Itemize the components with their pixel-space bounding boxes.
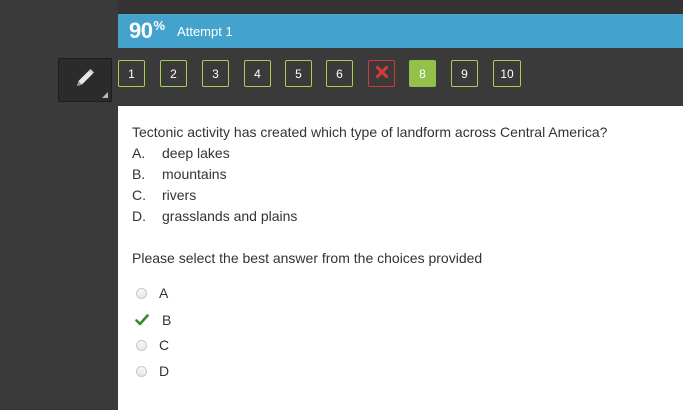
option-letter: D. — [132, 208, 146, 224]
answer-choice-c[interactable]: C — [136, 337, 169, 353]
question-nav-5[interactable]: 5 — [285, 60, 312, 87]
question-nav-10[interactable]: 10 — [493, 60, 521, 87]
question-nav-label: 5 — [295, 66, 302, 81]
question-nav-label: 4 — [254, 66, 261, 81]
question-nav-label: 6 — [336, 66, 343, 81]
question-nav-6[interactable]: 6 — [326, 60, 353, 87]
option-text: rivers — [162, 187, 197, 203]
score-percent-sign: % — [153, 17, 166, 33]
option-letter: C. — [132, 187, 146, 203]
question-nav-label: 8 — [419, 66, 426, 81]
question-nav-2[interactable]: 2 — [160, 60, 187, 87]
question-nav-label: 3 — [212, 66, 219, 81]
question-nav-8[interactable]: 8 — [409, 60, 436, 87]
pencil-icon — [73, 66, 97, 95]
question-nav-1[interactable]: 1 — [118, 60, 145, 87]
option-c: C. rivers — [132, 187, 196, 203]
x-icon — [375, 65, 389, 82]
answer-label: D — [159, 363, 170, 379]
option-d: D. grasslands and plains — [132, 208, 297, 224]
score-value: 90 — [129, 18, 153, 43]
question-nav-3[interactable]: 3 — [202, 60, 229, 87]
option-letter: B. — [132, 166, 146, 182]
answer-choice-d[interactable]: D — [136, 363, 169, 379]
question-text: Tectonic activity has created which type… — [132, 124, 608, 140]
pencil-tool-button[interactable] — [58, 58, 112, 102]
top-strip — [118, 0, 683, 14]
answer-label: B — [162, 312, 172, 328]
dropdown-corner-indicator — [102, 92, 108, 98]
option-text: grasslands and plains — [162, 208, 298, 224]
option-a: A. deep lakes — [132, 145, 230, 161]
radio-button[interactable] — [136, 339, 147, 351]
answer-choice-a[interactable]: A — [136, 285, 168, 301]
question-nav-9[interactable]: 9 — [451, 60, 478, 87]
question-nav-7[interactable] — [368, 60, 395, 87]
option-text: mountains — [162, 166, 227, 182]
question-panel: Tectonic activity has created which type… — [118, 106, 683, 410]
answer-label: C — [159, 337, 170, 353]
question-nav-4[interactable]: 4 — [244, 60, 271, 87]
answer-choice-b[interactable]: B — [135, 312, 172, 328]
option-b: B. mountains — [132, 166, 227, 182]
question-nav-label: 2 — [170, 66, 177, 81]
attempt-label: Attempt 1 — [177, 23, 233, 39]
option-letter: A. — [132, 145, 146, 161]
instruction-text: Please select the best answer from the c… — [132, 250, 483, 266]
question-nav-label: 1 — [128, 66, 135, 81]
question-nav-label: 10 — [500, 66, 514, 81]
radio-button[interactable] — [136, 365, 147, 377]
radio-button[interactable] — [136, 287, 147, 299]
option-text: deep lakes — [162, 145, 230, 161]
checkmark-icon — [135, 313, 149, 327]
answer-label: A — [159, 285, 169, 301]
score-header: 90 % Attempt 1 — [118, 14, 683, 48]
question-nav-label: 9 — [461, 66, 468, 81]
